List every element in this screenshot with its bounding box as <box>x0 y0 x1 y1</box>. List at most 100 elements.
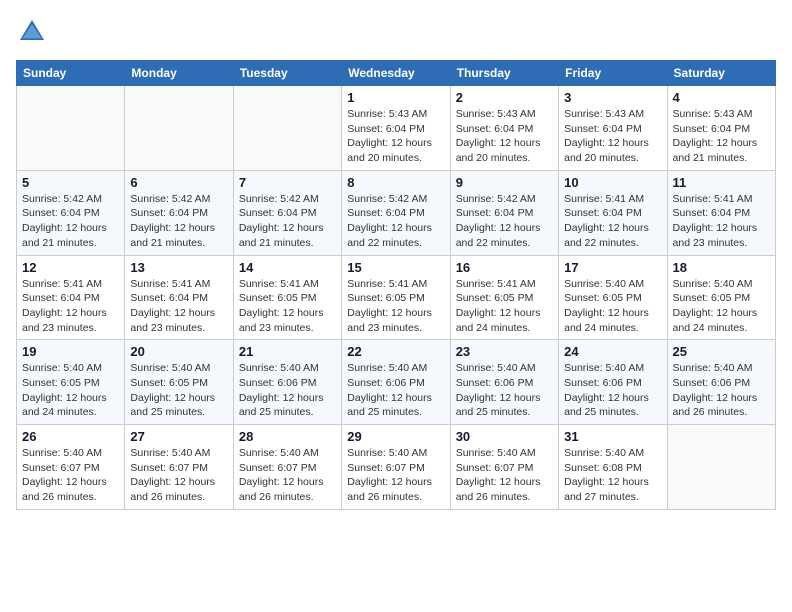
day-info: Sunrise: 5:43 AM Sunset: 6:04 PM Dayligh… <box>347 107 444 166</box>
day-number: 6 <box>130 175 227 190</box>
day-number: 7 <box>239 175 336 190</box>
day-number: 3 <box>564 90 661 105</box>
calendar-cell: 4 Sunrise: 5:43 AM Sunset: 6:04 PM Daylig… <box>667 86 775 171</box>
calendar-cell: 11 Sunrise: 5:41 AM Sunset: 6:04 PM Dayli… <box>667 170 775 255</box>
calendar-cell: 6 Sunrise: 5:42 AM Sunset: 6:04 PM Daylig… <box>125 170 233 255</box>
day-info: Sunrise: 5:41 AM Sunset: 6:04 PM Dayligh… <box>22 277 119 336</box>
day-number: 5 <box>22 175 119 190</box>
calendar-cell: 19 Sunrise: 5:40 AM Sunset: 6:05 PM Dayli… <box>17 340 125 425</box>
calendar-cell: 21 Sunrise: 5:40 AM Sunset: 6:06 PM Dayli… <box>233 340 341 425</box>
logo-icon <box>16 16 48 48</box>
calendar-cell: 13Sunrise: 5:41 AM Sunset: 6:04 PM Dayli… <box>125 255 233 340</box>
calendar-cell: 31 Sunrise: 5:40 AM Sunset: 6:08 PM Dayli… <box>559 425 667 510</box>
day-info: Sunrise: 5:41 AM Sunset: 6:04 PM Dayligh… <box>673 192 770 251</box>
calendar-cell: 2 Sunrise: 5:43 AM Sunset: 6:04 PM Daylig… <box>450 86 558 171</box>
calendar-cell: 10 Sunrise: 5:41 AM Sunset: 6:04 PM Dayli… <box>559 170 667 255</box>
day-number: 30 <box>456 429 553 444</box>
day-number: 14 <box>239 260 336 275</box>
calendar-cell: 24Sunrise: 5:40 AM Sunset: 6:06 PM Dayli… <box>559 340 667 425</box>
day-number: 22 <box>347 344 444 359</box>
day-number: 20 <box>130 344 227 359</box>
day-number: 27 <box>130 429 227 444</box>
day-number: 17 <box>564 260 661 275</box>
calendar-cell: 29 Sunrise: 5:40 AM Sunset: 6:07 PM Dayli… <box>342 425 450 510</box>
day-number: 4 <box>673 90 770 105</box>
calendar-week-row: 26 Sunrise: 5:40 AM Sunset: 6:07 PM Dayli… <box>17 425 776 510</box>
day-number: 1 <box>347 90 444 105</box>
logo <box>16 16 52 48</box>
day-number: 24 <box>564 344 661 359</box>
day-number: 18 <box>673 260 770 275</box>
day-number: 19 <box>22 344 119 359</box>
calendar-cell: 18 Sunrise: 5:40 AM Sunset: 6:05 PM Dayli… <box>667 255 775 340</box>
day-number: 10 <box>564 175 661 190</box>
day-info: Sunrise: 5:40 AM Sunset: 6:07 PM Dayligh… <box>22 446 119 505</box>
day-number: 31 <box>564 429 661 444</box>
calendar-cell: 25Sunrise: 5:40 AM Sunset: 6:06 PM Dayli… <box>667 340 775 425</box>
day-number: 2 <box>456 90 553 105</box>
weekday-header: Saturday <box>667 61 775 86</box>
day-number: 21 <box>239 344 336 359</box>
day-info: Sunrise: 5:40 AM Sunset: 6:05 PM Dayligh… <box>130 361 227 420</box>
day-info: Sunrise: 5:40 AM Sunset: 6:06 PM Dayligh… <box>456 361 553 420</box>
calendar-cell <box>667 425 775 510</box>
day-info: Sunrise: 5:40 AM Sunset: 6:07 PM Dayligh… <box>130 446 227 505</box>
day-info: Sunrise: 5:43 AM Sunset: 6:04 PM Dayligh… <box>564 107 661 166</box>
day-info: Sunrise: 5:42 AM Sunset: 6:04 PM Dayligh… <box>22 192 119 251</box>
day-info: Sunrise: 5:41 AM Sunset: 6:04 PM Dayligh… <box>564 192 661 251</box>
calendar-cell: 17 Sunrise: 5:40 AM Sunset: 6:05 PM Dayli… <box>559 255 667 340</box>
day-info: Sunrise: 5:40 AM Sunset: 6:06 PM Dayligh… <box>239 361 336 420</box>
calendar-cell: 16Sunrise: 5:41 AM Sunset: 6:05 PM Dayli… <box>450 255 558 340</box>
calendar-cell: 26 Sunrise: 5:40 AM Sunset: 6:07 PM Dayli… <box>17 425 125 510</box>
day-info: Sunrise: 5:40 AM Sunset: 6:05 PM Dayligh… <box>673 277 770 336</box>
weekday-header: Friday <box>559 61 667 86</box>
calendar-cell: 30 Sunrise: 5:40 AM Sunset: 6:07 PM Dayli… <box>450 425 558 510</box>
day-info: Sunrise: 5:40 AM Sunset: 6:08 PM Dayligh… <box>564 446 661 505</box>
calendar-cell: 23Sunrise: 5:40 AM Sunset: 6:06 PM Dayli… <box>450 340 558 425</box>
calendar-cell <box>125 86 233 171</box>
weekday-header: Sunday <box>17 61 125 86</box>
calendar-cell <box>17 86 125 171</box>
calendar-cell: 22 Sunrise: 5:40 AM Sunset: 6:06 PM Dayli… <box>342 340 450 425</box>
day-info: Sunrise: 5:43 AM Sunset: 6:04 PM Dayligh… <box>673 107 770 166</box>
day-number: 9 <box>456 175 553 190</box>
day-info: Sunrise: 5:41 AM Sunset: 6:05 PM Dayligh… <box>456 277 553 336</box>
day-number: 8 <box>347 175 444 190</box>
calendar-week-row: 12 Sunrise: 5:41 AM Sunset: 6:04 PM Dayli… <box>17 255 776 340</box>
day-info: Sunrise: 5:40 AM Sunset: 6:07 PM Dayligh… <box>239 446 336 505</box>
day-info: Sunrise: 5:41 AM Sunset: 6:04 PM Dayligh… <box>130 277 227 336</box>
calendar-week-row: 19 Sunrise: 5:40 AM Sunset: 6:05 PM Dayli… <box>17 340 776 425</box>
calendar-header-row: SundayMondayTuesdayWednesdayThursdayFrid… <box>17 61 776 86</box>
calendar-cell: 20 Sunrise: 5:40 AM Sunset: 6:05 PM Dayli… <box>125 340 233 425</box>
day-number: 26 <box>22 429 119 444</box>
calendar-cell: 12 Sunrise: 5:41 AM Sunset: 6:04 PM Dayli… <box>17 255 125 340</box>
calendar-cell: 5 Sunrise: 5:42 AM Sunset: 6:04 PM Daylig… <box>17 170 125 255</box>
calendar-cell: 14 Sunrise: 5:41 AM Sunset: 6:05 PM Dayli… <box>233 255 341 340</box>
day-number: 28 <box>239 429 336 444</box>
day-info: Sunrise: 5:42 AM Sunset: 6:04 PM Dayligh… <box>456 192 553 251</box>
day-number: 29 <box>347 429 444 444</box>
day-number: 11 <box>673 175 770 190</box>
day-info: Sunrise: 5:40 AM Sunset: 6:06 PM Dayligh… <box>673 361 770 420</box>
calendar-cell: 28 Sunrise: 5:40 AM Sunset: 6:07 PM Dayli… <box>233 425 341 510</box>
day-info: Sunrise: 5:40 AM Sunset: 6:07 PM Dayligh… <box>456 446 553 505</box>
calendar-week-row: 1 Sunrise: 5:43 AM Sunset: 6:04 PM Daylig… <box>17 86 776 171</box>
day-info: Sunrise: 5:40 AM Sunset: 6:06 PM Dayligh… <box>347 361 444 420</box>
calendar-cell: 1 Sunrise: 5:43 AM Sunset: 6:04 PM Daylig… <box>342 86 450 171</box>
page-header <box>16 16 776 48</box>
day-info: Sunrise: 5:41 AM Sunset: 6:05 PM Dayligh… <box>347 277 444 336</box>
calendar-cell: 7Sunrise: 5:42 AM Sunset: 6:04 PM Daylig… <box>233 170 341 255</box>
day-info: Sunrise: 5:41 AM Sunset: 6:05 PM Dayligh… <box>239 277 336 336</box>
day-info: Sunrise: 5:40 AM Sunset: 6:05 PM Dayligh… <box>564 277 661 336</box>
day-number: 12 <box>22 260 119 275</box>
weekday-header: Wednesday <box>342 61 450 86</box>
calendar-cell: 15 Sunrise: 5:41 AM Sunset: 6:05 PM Dayli… <box>342 255 450 340</box>
day-info: Sunrise: 5:42 AM Sunset: 6:04 PM Dayligh… <box>347 192 444 251</box>
day-info: Sunrise: 5:42 AM Sunset: 6:04 PM Dayligh… <box>130 192 227 251</box>
day-info: Sunrise: 5:43 AM Sunset: 6:04 PM Dayligh… <box>456 107 553 166</box>
day-info: Sunrise: 5:40 AM Sunset: 6:07 PM Dayligh… <box>347 446 444 505</box>
day-number: 15 <box>347 260 444 275</box>
calendar-week-row: 5 Sunrise: 5:42 AM Sunset: 6:04 PM Daylig… <box>17 170 776 255</box>
day-info: Sunrise: 5:40 AM Sunset: 6:05 PM Dayligh… <box>22 361 119 420</box>
calendar-cell: 27 Sunrise: 5:40 AM Sunset: 6:07 PM Dayli… <box>125 425 233 510</box>
